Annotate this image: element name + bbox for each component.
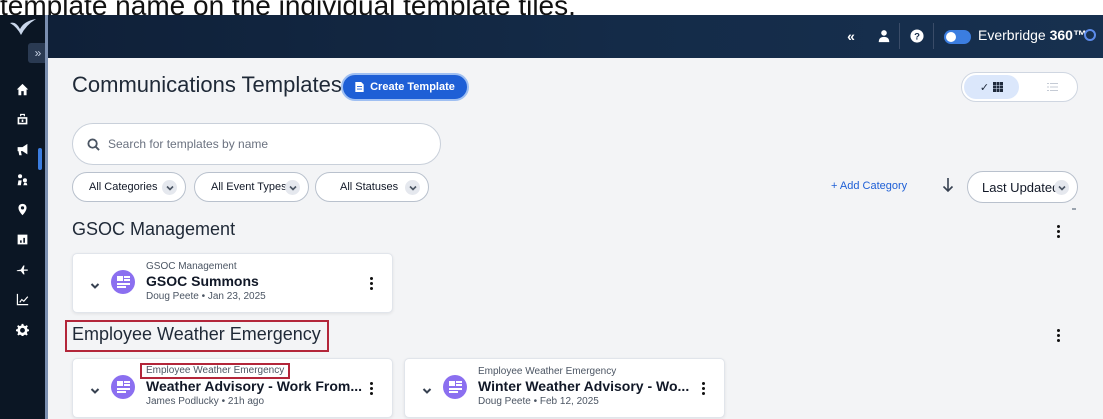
template-name: GSOC Summons xyxy=(146,273,259,289)
sort-select[interactable]: Last Updated xyxy=(967,171,1078,203)
top-bar: « ? Everbridge 360™ xyxy=(48,15,1103,58)
search-icon xyxy=(87,137,100,151)
template-category: Employee Weather Emergency xyxy=(478,366,617,377)
template-card[interactable]: GSOC Management GSOC Summons Doug Peete … xyxy=(72,253,393,313)
sort-select-label: Last Updated xyxy=(982,179,1060,195)
sort-direction-icon[interactable] xyxy=(942,177,956,195)
help-icon[interactable]: ? xyxy=(907,26,927,46)
map-pin-icon[interactable] xyxy=(11,199,33,219)
template-card[interactable]: Employee Weather Emergency Winter Weathe… xyxy=(404,358,725,418)
document-icon xyxy=(355,82,364,92)
svg-text:?: ? xyxy=(914,32,920,43)
chevron-down-icon[interactable] xyxy=(422,383,432,394)
communications-icon[interactable] xyxy=(11,139,33,159)
product-toggle[interactable] xyxy=(944,30,971,44)
template-meta: James Podlucky • 21h ago xyxy=(146,396,265,407)
scroll-caret xyxy=(1072,208,1076,210)
app-window: » « ? Everbridge 360™ Communications Tem… xyxy=(0,15,1103,419)
chevron-down-icon xyxy=(285,180,300,195)
all-event-types-label: All Event Types xyxy=(211,181,287,193)
grid-icon xyxy=(993,82,1004,92)
category-highlight-box: Employee Weather Emergency xyxy=(140,363,291,379)
topbar-separator xyxy=(933,23,934,49)
search-field[interactable] xyxy=(72,123,441,165)
all-event-types-filter[interactable]: All Event Types xyxy=(194,172,309,202)
brand-name: Everbridge 360™ xyxy=(978,27,1087,43)
user-profile-icon[interactable] xyxy=(874,26,894,46)
template-name: Winter Weather Advisory - Wo... xyxy=(478,378,690,394)
left-sidebar: » xyxy=(0,15,48,419)
section-menu-icon[interactable] xyxy=(1052,224,1064,238)
chevron-down-icon[interactable] xyxy=(90,383,100,394)
card-menu-icon[interactable] xyxy=(365,381,377,395)
add-category-button[interactable]: + Add Category xyxy=(831,180,907,192)
brand-name-text: Everbridge xyxy=(978,27,1046,43)
template-type-icon xyxy=(111,270,135,294)
create-template-label: Create Template xyxy=(370,81,455,93)
card-menu-icon[interactable] xyxy=(697,381,709,395)
list-view-button[interactable] xyxy=(1032,75,1072,99)
section-highlight-box xyxy=(65,320,329,352)
dashboard-icon[interactable] xyxy=(11,229,33,249)
chevron-down-icon[interactable] xyxy=(90,278,100,289)
incidents-icon[interactable] xyxy=(11,109,33,129)
travel-icon[interactable] xyxy=(11,259,33,279)
chevron-down-icon xyxy=(162,180,177,195)
template-card[interactable]: Employee Weather Emergency Weather Advis… xyxy=(72,358,393,418)
all-categories-label: All Categories xyxy=(89,181,158,193)
topbar-separator xyxy=(899,23,900,49)
section-menu-icon[interactable] xyxy=(1052,328,1064,342)
template-category: Employee Weather Emergency xyxy=(146,365,285,376)
chevron-down-icon xyxy=(1054,180,1069,195)
active-indicator xyxy=(38,148,42,170)
section-title-gsoc: GSOC Management xyxy=(72,219,236,239)
view-toggle: ✓ xyxy=(961,72,1078,102)
home-icon[interactable] xyxy=(11,79,33,99)
grid-view-button[interactable]: ✓ xyxy=(964,75,1019,99)
main-content: Communications Templates Create Template… xyxy=(48,58,1103,419)
create-template-button[interactable]: Create Template xyxy=(341,73,469,101)
account-status-icon[interactable] xyxy=(1084,29,1096,41)
people-icon[interactable] xyxy=(11,169,33,189)
template-meta: Doug Peete • Jan 23, 2025 xyxy=(146,291,266,302)
chevron-down-icon xyxy=(405,180,420,195)
brand-product: 360™ xyxy=(1049,27,1087,43)
template-name: Weather Advisory - Work From... xyxy=(146,378,363,394)
all-statuses-label: All Statuses xyxy=(340,181,399,193)
check-icon: ✓ xyxy=(979,81,990,94)
template-category: GSOC Management xyxy=(146,261,237,272)
all-statuses-filter[interactable]: All Statuses xyxy=(315,172,429,202)
everbridge-logo-icon xyxy=(10,19,36,35)
page-title: Communications Templates xyxy=(72,72,342,97)
list-icon xyxy=(1046,83,1058,91)
template-type-icon xyxy=(443,375,467,399)
analytics-icon[interactable] xyxy=(11,289,33,309)
template-meta: Doug Peete • Feb 12, 2025 xyxy=(478,396,599,407)
collapse-button[interactable]: « xyxy=(841,26,861,46)
card-menu-icon[interactable] xyxy=(365,276,377,290)
all-categories-filter[interactable]: All Categories xyxy=(72,172,186,202)
template-type-icon xyxy=(111,375,135,399)
settings-icon[interactable] xyxy=(11,319,33,339)
search-input[interactable] xyxy=(108,137,408,151)
